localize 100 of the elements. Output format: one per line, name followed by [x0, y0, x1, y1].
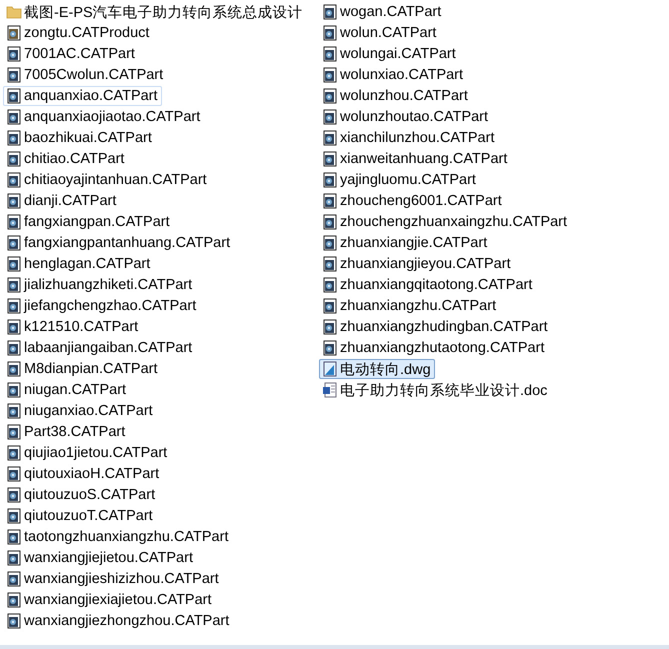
file-item[interactable]: 电动转向.dwg [319, 359, 435, 379]
file-name: taotongzhuanxiangzhu.CATPart [24, 529, 228, 545]
file-name: zhuanxiangqitaotong.CATPart [340, 277, 532, 293]
file-item[interactable]: zongtu.CATProduct [3, 23, 154, 43]
file-name: chitiao.CATPart [24, 151, 124, 167]
file-item[interactable]: 截图-E-PS汽车电子助力转向系统总成设计 [3, 2, 307, 22]
file-name: zhuanxiangzhudingban.CATPart [340, 319, 548, 335]
file-item[interactable]: M8dianpian.CATPart [3, 359, 162, 379]
file-icon [322, 151, 338, 167]
file-item[interactable]: zhuanxiangqitaotong.CATPart [319, 275, 536, 295]
file-name: wolunxiao.CATPart [340, 67, 464, 83]
file-item[interactable]: baozhikuai.CATPart [3, 128, 156, 148]
file-name: zongtu.CATProduct [24, 25, 150, 41]
file-item[interactable]: jiefangchengzhao.CATPart [3, 296, 200, 316]
file-name: anquanxiaojiaotao.CATPart [24, 109, 200, 125]
file-icon [6, 445, 22, 461]
file-name: wolunzhou.CATPart [340, 88, 468, 104]
file-name: anquanxiao.CATPart [24, 88, 158, 104]
file-icon [6, 172, 22, 188]
file-name: wolun.CATPart [340, 25, 436, 41]
file-name: wanxiangjiexiajietou.CATPart [24, 592, 212, 608]
file-item[interactable]: k121510.CATPart [3, 317, 142, 337]
file-name: niugan.CATPart [24, 382, 126, 398]
file-item[interactable]: niugan.CATPart [3, 380, 130, 400]
file-icon [322, 235, 338, 251]
file-icon [6, 256, 22, 272]
file-icon [6, 487, 22, 503]
file-name: henglagan.CATPart [24, 256, 150, 272]
file-item[interactable]: fangxiangpantanhuang.CATPart [3, 233, 234, 253]
file-name: 截图-E-PS汽车电子助力转向系统总成设计 [24, 4, 303, 22]
file-item[interactable]: wanxiangjiezhongzhou.CATPart [3, 611, 234, 631]
file-item[interactable]: henglagan.CATPart [3, 254, 154, 274]
file-name: qiutouzuoT.CATPart [24, 508, 153, 524]
file-item[interactable]: wolunzhou.CATPart [319, 86, 472, 106]
file-name: 电动转向.dwg [340, 360, 431, 378]
file-item[interactable]: wolungai.CATPart [319, 44, 460, 64]
file-item[interactable]: anquanxiaojiaotao.CATPart [3, 107, 204, 127]
file-item[interactable]: wanxiangjiexiajietou.CATPart [3, 590, 216, 610]
file-item[interactable]: zhoucheng6001.CATPart [319, 191, 506, 211]
file-name: wanxiangjieshizizhou.CATPart [24, 571, 219, 587]
file-item[interactable]: 7001AC.CATPart [3, 44, 139, 64]
file-icon [322, 298, 338, 314]
file-name: qiutouxiaoH.CATPart [24, 466, 160, 482]
file-icon [6, 151, 22, 167]
file-item[interactable]: zhouchengzhuanxaingzhu.CATPart [319, 212, 572, 232]
file-name: baozhikuai.CATPart [24, 130, 152, 146]
file-icon [6, 193, 22, 209]
file-item[interactable]: chitiao.CATPart [3, 149, 128, 169]
file-item[interactable]: chitiaoyajintanhuan.CATPart [3, 170, 211, 190]
file-item[interactable]: qiujiao1jietou.CATPart [3, 443, 172, 463]
file-name: M8dianpian.CATPart [24, 361, 158, 377]
file-item[interactable]: xianchilunzhou.CATPart [319, 128, 498, 148]
file-item[interactable]: yajingluomu.CATPart [319, 170, 480, 190]
file-icon [6, 46, 22, 62]
file-item[interactable]: fangxiangpan.CATPart [3, 212, 174, 232]
file-icon [6, 613, 22, 629]
file-item[interactable]: Part38.CATPart [3, 422, 130, 442]
file-item[interactable]: dianji.CATPart [3, 191, 120, 211]
file-icon [322, 109, 338, 125]
file-item[interactable]: wolunxiao.CATPart [319, 65, 468, 85]
file-icon [6, 235, 22, 251]
file-item[interactable]: wogan.CATPart [319, 2, 446, 22]
file-icon [6, 382, 22, 398]
file-item[interactable]: zhuanxiangjie.CATPart [319, 233, 492, 253]
file-icon [6, 277, 22, 293]
file-icon [6, 67, 22, 83]
file-icon [322, 277, 338, 293]
file-item[interactable]: qiutouxiaoH.CATPart [3, 464, 164, 484]
file-item[interactable]: zhuanxiangjieyou.CATPart [319, 254, 515, 274]
document-icon [322, 382, 338, 398]
file-item[interactable]: wolun.CATPart [319, 23, 440, 43]
file-icon [6, 424, 22, 440]
file-name: fangxiangpan.CATPart [24, 214, 170, 230]
file-item[interactable]: 电子助力转向系统毕业设计.doc [319, 380, 552, 400]
file-item[interactable]: 7005Cwolun.CATPart [3, 65, 168, 85]
file-name: wanxiangjiezhongzhou.CATPart [24, 613, 230, 629]
file-item[interactable]: niuganxiao.CATPart [3, 401, 157, 421]
file-item[interactable]: jializhuangzhiketi.CATPart [3, 275, 196, 295]
file-item[interactable]: taotongzhuanxiangzhu.CATPart [3, 527, 232, 547]
file-item[interactable]: wanxiangjieshizizhou.CATPart [3, 569, 223, 589]
file-icon [6, 130, 22, 146]
file-icon [322, 193, 338, 209]
file-name: 电子助力转向系统毕业设计.doc [340, 382, 548, 400]
file-icon [6, 466, 22, 482]
file-item[interactable]: xianweitanhuang.CATPart [319, 149, 512, 169]
file-name: niuganxiao.CATPart [24, 403, 153, 419]
file-item[interactable]: labaanjiangaiban.CATPart [3, 338, 196, 358]
file-name: fangxiangpantanhuang.CATPart [24, 235, 230, 251]
file-name: wogan.CATPart [340, 4, 442, 20]
file-item[interactable]: wanxiangjiejietou.CATPart [3, 548, 197, 568]
file-name: 7001AC.CATPart [24, 46, 135, 62]
file-item[interactable]: qiutouzuoS.CATPart [3, 485, 160, 505]
file-item[interactable]: anquanxiao.CATPart [3, 86, 162, 106]
file-item[interactable]: zhuanxiangzhutaotong.CATPart [319, 338, 548, 358]
file-item[interactable]: wolunzhoutao.CATPart [319, 107, 492, 127]
file-name: Part38.CATPart [24, 424, 126, 440]
file-item[interactable]: qiutouzuoT.CATPart [3, 506, 157, 526]
file-item[interactable]: zhuanxiangzhu.CATPart [319, 296, 500, 316]
file-icon [322, 67, 338, 83]
file-item[interactable]: zhuanxiangzhudingban.CATPart [319, 317, 552, 337]
